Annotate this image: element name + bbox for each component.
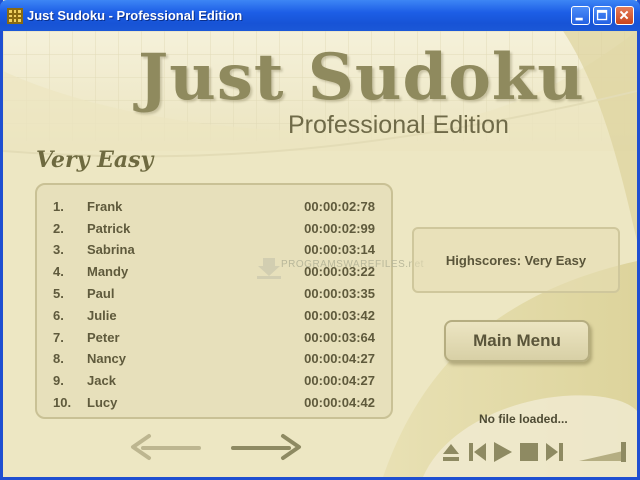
player-name: Jack [87, 373, 116, 388]
player-name: Paul [87, 286, 115, 301]
previous-arrow-icon[interactable] [129, 431, 201, 463]
list-item: 10. Lucy 00:00:04:42 [37, 395, 391, 415]
rank: 8. [53, 351, 64, 366]
score-time: 00:00:04:27 [304, 373, 375, 388]
rank: 10. [53, 395, 72, 410]
next-arrow-icon[interactable] [231, 431, 303, 463]
play-button[interactable] [492, 439, 514, 465]
player-name: Nancy [87, 351, 127, 366]
logo-subtitle: Professional Edition [288, 111, 509, 139]
rank: 7. [53, 330, 64, 345]
score-time: 00:00:03:42 [304, 308, 375, 323]
stop-icon [520, 443, 538, 461]
player-name: Sabrina [87, 242, 135, 257]
score-time: 00:00:03:64 [304, 330, 375, 345]
watermark-text: PROGRAMSWAREFILES.net [281, 259, 424, 270]
maximize-icon [596, 9, 608, 21]
player-name: Lucy [87, 395, 118, 410]
player-name: Frank [87, 199, 123, 214]
list-item: 2. Patrick 00:00:02:99 [37, 221, 391, 241]
player-status: No file loaded... [479, 412, 568, 426]
stop-button[interactable] [519, 439, 539, 465]
previous-track-button[interactable] [467, 439, 487, 465]
play-icon [494, 442, 512, 462]
score-time: 00:00:02:99 [304, 221, 375, 236]
rank: 1. [53, 199, 64, 214]
list-item: 1. Frank 00:00:02:78 [37, 199, 391, 219]
rank: 9. [53, 373, 64, 388]
list-item: 5. Paul 00:00:03:35 [37, 286, 391, 306]
logo-title: Just Sudoku [138, 40, 585, 115]
rank: 2. [53, 221, 64, 236]
maximize-button[interactable] [593, 6, 612, 25]
app-content: Just Sudoku Professional Edition Very Ea… [3, 31, 637, 477]
close-button[interactable] [615, 6, 634, 25]
skip-back-icon [469, 443, 486, 461]
main-menu-button[interactable]: Main Menu [444, 320, 590, 362]
rank: 3. [53, 242, 64, 257]
volume-icon [579, 442, 626, 462]
player-name: Peter [87, 330, 120, 345]
title-bar[interactable]: Just Sudoku - Professional Edition [0, 0, 640, 31]
eject-button[interactable] [441, 439, 461, 465]
rank: 4. [53, 264, 64, 279]
rank: 5. [53, 286, 64, 301]
close-icon [619, 10, 629, 20]
score-time: 00:00:04:42 [304, 395, 375, 410]
sudoku-grid-icon[interactable] [7, 8, 23, 24]
highscore-category-box: Highscores: Very Easy [412, 227, 620, 293]
score-time: 00:00:03:35 [304, 286, 375, 301]
highscore-list: 1. Frank 00:00:02:78 2. Patrick 00:00:02… [35, 183, 393, 419]
score-time: 00:00:02:78 [304, 199, 375, 214]
minimize-button[interactable] [571, 6, 590, 25]
list-item: 8. Nancy 00:00:04:27 [37, 351, 391, 371]
eject-icon [443, 444, 459, 461]
skip-forward-icon [546, 443, 563, 461]
window-title: Just Sudoku - Professional Edition [27, 8, 243, 23]
list-item: 7. Peter 00:00:03:64 [37, 330, 391, 350]
difficulty-label: Very Easy [36, 147, 154, 173]
list-item: 6. Julie 00:00:03:42 [37, 308, 391, 328]
app-window: Just Sudoku - Professional Edition Just … [0, 0, 640, 480]
volume-slider[interactable] [577, 439, 629, 465]
list-item: 9. Jack 00:00:04:27 [37, 373, 391, 393]
score-time: 00:00:03:14 [304, 242, 375, 257]
next-track-button[interactable] [545, 439, 565, 465]
player-name: Patrick [87, 221, 131, 236]
player-name: Julie [87, 308, 117, 323]
player-name: Mandy [87, 264, 129, 279]
score-time: 00:00:04:27 [304, 351, 375, 366]
rank: 6. [53, 308, 64, 323]
minimize-icon [575, 17, 583, 21]
